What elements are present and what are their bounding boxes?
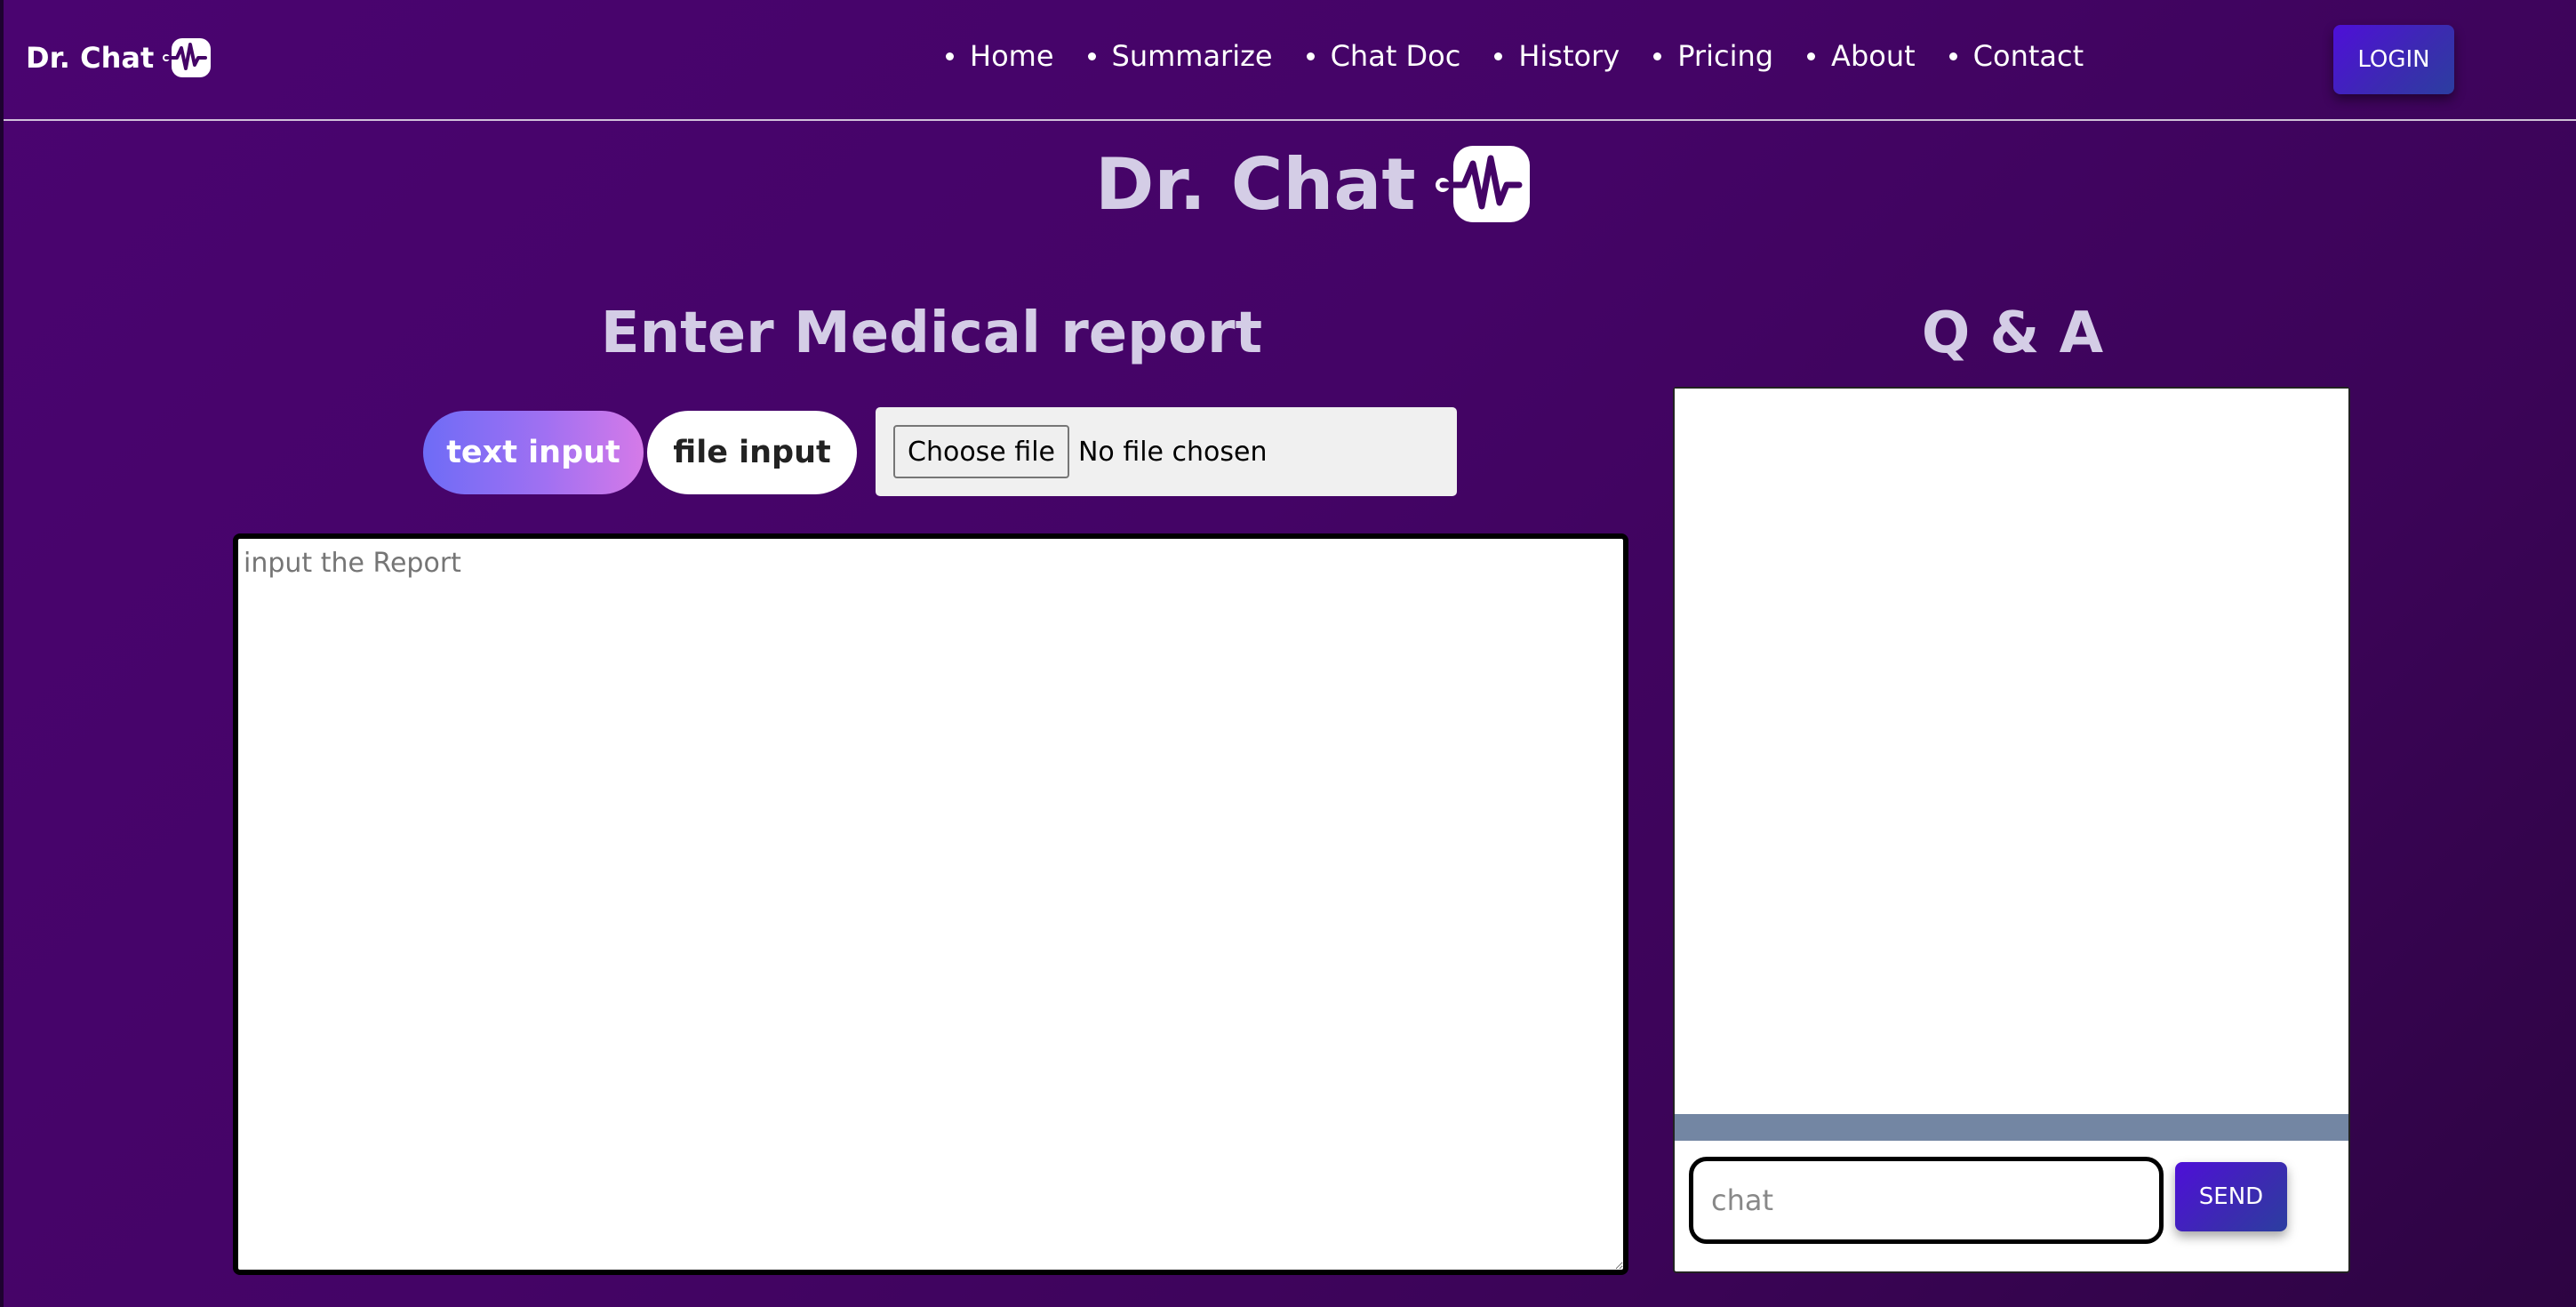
nav-item-chat-doc[interactable]: Chat Doc — [1307, 39, 1461, 73]
heartbeat-icon — [163, 38, 212, 77]
nav-menu: Home Summarize Chat Doc History Pricing … — [946, 39, 2084, 73]
nav-item-pricing[interactable]: Pricing — [1653, 39, 1773, 73]
window-edge — [0, 0, 4, 1307]
chat-input[interactable] — [1689, 1157, 2164, 1244]
brand[interactable]: Dr. Chat — [26, 36, 212, 80]
heartbeat-icon — [1435, 146, 1530, 222]
page-title-text: Dr. Chat — [1095, 142, 1416, 226]
nav-item-home[interactable]: Home — [946, 39, 1054, 73]
send-button[interactable]: SEND — [2175, 1162, 2287, 1231]
nav-item-summarize[interactable]: Summarize — [1088, 39, 1273, 73]
navbar: Dr. Chat Home Summarize Chat Doc History… — [4, 0, 2576, 121]
file-picker: Choose file No file chosen — [876, 407, 1457, 496]
text-input-toggle[interactable]: text input — [423, 411, 644, 494]
file-status: No file chosen — [1077, 436, 1268, 468]
page-title: Dr. Chat — [1095, 142, 1530, 226]
report-heading: Enter Medical report — [600, 301, 1263, 366]
nav-item-about[interactable]: About — [1807, 39, 1916, 73]
chat-divider-bar — [1675, 1114, 2348, 1141]
qa-heading: Q & A — [1921, 301, 2104, 366]
chat-messages[interactable] — [1675, 389, 2348, 1114]
nav-item-contact[interactable]: Contact — [1949, 39, 2084, 73]
choose-file-button[interactable]: Choose file — [893, 425, 1069, 478]
login-button[interactable]: LOGIN — [2333, 25, 2454, 94]
brand-name: Dr. Chat — [26, 41, 155, 75]
qa-panel: SEND — [1673, 387, 2350, 1273]
report-textarea[interactable] — [233, 533, 1628, 1275]
file-input-toggle[interactable]: file input — [647, 411, 857, 494]
nav-item-history[interactable]: History — [1494, 39, 1620, 73]
